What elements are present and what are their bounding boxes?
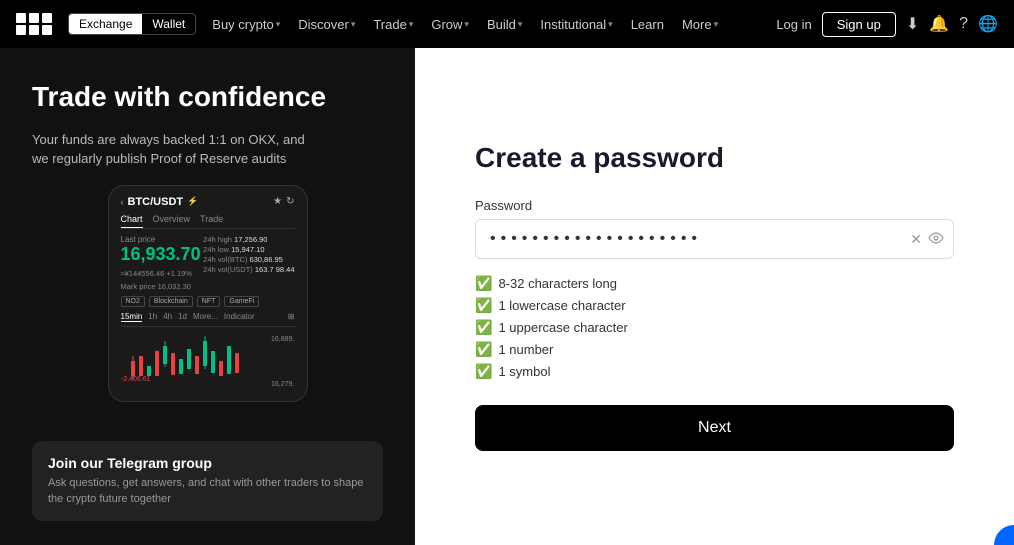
- chevron-down-icon: ▾: [608, 19, 613, 30]
- toggle-password-icon[interactable]: [928, 231, 944, 247]
- hero-subtitle: Your funds are always backed 1:1 on OKX,…: [32, 130, 312, 169]
- telegram-title: Join our Telegram group: [48, 455, 367, 471]
- svg-text:16,279.1: 16,279.1: [271, 381, 295, 388]
- nav-item-institutional[interactable]: Institutional ▾: [532, 0, 620, 48]
- chevron-down-icon: ▾: [518, 19, 523, 30]
- form-title: Create a password: [475, 142, 954, 174]
- check-icon: ✅: [475, 319, 492, 336]
- next-button[interactable]: Next: [475, 405, 954, 451]
- password-input-wrap: ✕: [475, 219, 954, 259]
- validation-item-symbol: ✅ 1 symbol: [475, 363, 954, 380]
- bell-icon[interactable]: 🔔: [929, 14, 949, 34]
- validation-text: 1 number: [498, 342, 553, 357]
- check-icon: ✅: [475, 363, 492, 380]
- help-icon[interactable]: ?: [959, 15, 968, 33]
- timeframe-1d: 1d: [178, 312, 187, 321]
- phone-mark: ≈¥144556.46 +1.19%: [121, 269, 201, 278]
- password-label: Password: [475, 198, 954, 213]
- validation-list: ✅ 8-32 characters long ✅ 1 lowercase cha…: [475, 275, 954, 385]
- check-icon: ✅: [475, 341, 492, 358]
- svg-text:-2,406.61: -2,406.61: [121, 376, 151, 383]
- wallet-toggle-btn[interactable]: Wallet: [142, 14, 195, 34]
- nav-links: Buy crypto ▾ Discover ▾ Trade ▾ Grow ▾ B…: [204, 0, 768, 48]
- password-form-group: Password ✕: [475, 198, 954, 259]
- okx-logo: [16, 13, 52, 35]
- phone-tab-trade: Trade: [200, 214, 223, 228]
- validation-text: 1 lowercase character: [498, 298, 625, 313]
- validation-item-length: ✅ 8-32 characters long: [475, 275, 954, 292]
- chevron-down-icon: ▾: [714, 19, 719, 30]
- phone-tab-overview: Overview: [153, 214, 191, 228]
- refresh-icon: ↻: [286, 196, 294, 207]
- globe-icon[interactable]: 🌐: [978, 14, 998, 34]
- nav-item-grow[interactable]: Grow ▾: [423, 0, 477, 48]
- phone-tag-blockchain: Blockchain: [149, 296, 193, 307]
- phone-price: 16,933.70: [121, 244, 201, 265]
- chevron-down-icon: ▾: [464, 19, 469, 30]
- nav-item-build[interactable]: Build ▾: [479, 0, 530, 48]
- login-button[interactable]: Log in: [776, 17, 811, 32]
- main-content: Trade with confidence Your funds are alw…: [0, 48, 1014, 545]
- phone-chart: 16,889.2 16,279.1 -2,406.61: [121, 331, 295, 391]
- timeframe-4h: 4h: [163, 312, 172, 321]
- phone-tabs: Chart Overview Trade: [121, 214, 295, 229]
- exchange-toggle-btn[interactable]: Exchange: [69, 14, 142, 34]
- phone-pair: BTC/USDT: [128, 196, 184, 208]
- nav-item-learn[interactable]: Learn: [623, 0, 672, 48]
- check-icon: ✅: [475, 297, 492, 314]
- password-input[interactable]: [475, 219, 954, 259]
- nav-item-buy-crypto[interactable]: Buy crypto ▾: [204, 0, 288, 48]
- validation-text: 8-32 characters long: [498, 276, 617, 291]
- nav-right: Log in Sign up ⬇ 🔔 ? 🌐: [776, 12, 998, 37]
- validation-item-lowercase: ✅ 1 lowercase character: [475, 297, 954, 314]
- phone-timerow: 15min 1h 4h 1d More... Indicator ⊞: [121, 312, 295, 327]
- validation-text: 1 uppercase character: [498, 320, 627, 335]
- hero-title: Trade with confidence: [32, 80, 383, 114]
- phone-icons: ★ ↻: [273, 196, 294, 207]
- exchange-wallet-toggle[interactable]: Exchange Wallet: [68, 13, 196, 35]
- phone-tags: NO2 Blockchain NFT GameFi: [121, 296, 295, 307]
- phone-mark-price: Mark price 16,032.30: [121, 282, 201, 291]
- logo-area: [16, 13, 52, 35]
- nav-item-more[interactable]: More ▾: [674, 0, 726, 48]
- signup-button[interactable]: Sign up: [822, 12, 896, 37]
- timeframe-1h: 1h: [148, 312, 157, 321]
- chevron-down-icon: ▾: [276, 19, 281, 30]
- clear-input-icon[interactable]: ✕: [910, 231, 922, 248]
- decorative-dot: [994, 525, 1014, 545]
- timeframe-indicator: Indicator: [224, 312, 255, 321]
- timeframe-more: More...: [193, 312, 218, 321]
- validation-item-number: ✅ 1 number: [475, 341, 954, 358]
- input-icons: ✕: [910, 231, 944, 248]
- nav-item-discover[interactable]: Discover ▾: [290, 0, 363, 48]
- download-icon[interactable]: ⬇: [906, 14, 919, 34]
- timeframe-15min: 15min: [121, 312, 143, 322]
- phone-stats: 24h high 17,256.90 24h low 15,947.10 24h…: [203, 235, 294, 275]
- phone-price-label: Last price: [121, 235, 201, 244]
- phone-mockup: ‹ BTC/USDT ⚡ ★ ↻ Chart Overview Trade: [108, 185, 308, 402]
- right-panel: Create a password Password ✕: [415, 48, 1014, 545]
- validation-text: 1 symbol: [498, 364, 550, 379]
- phone-tab-chart: Chart: [121, 214, 143, 228]
- chart-settings-icon: ⊞: [288, 312, 295, 321]
- navbar: Exchange Wallet Buy crypto ▾ Discover ▾ …: [0, 0, 1014, 48]
- telegram-box: Join our Telegram group Ask questions, g…: [32, 441, 383, 521]
- phone-tag-nft: NFT: [197, 296, 221, 307]
- svg-text:16,889.2: 16,889.2: [271, 336, 295, 343]
- left-panel: Trade with confidence Your funds are alw…: [0, 48, 415, 545]
- chevron-down-icon: ▾: [351, 19, 356, 30]
- validation-item-uppercase: ✅ 1 uppercase character: [475, 319, 954, 336]
- telegram-subtitle: Ask questions, get answers, and chat wit…: [48, 476, 367, 507]
- chevron-down-icon: ▾: [409, 19, 414, 30]
- star-icon: ★: [273, 196, 282, 207]
- check-icon: ✅: [475, 275, 492, 292]
- phone-tag-no2: NO2: [121, 296, 145, 307]
- nav-item-trade[interactable]: Trade ▾: [365, 0, 421, 48]
- phone-price-row: Last price 16,933.70 ≈¥144556.46 +1.19% …: [121, 235, 295, 291]
- phone-tag-gamefi: GameFi: [224, 296, 259, 307]
